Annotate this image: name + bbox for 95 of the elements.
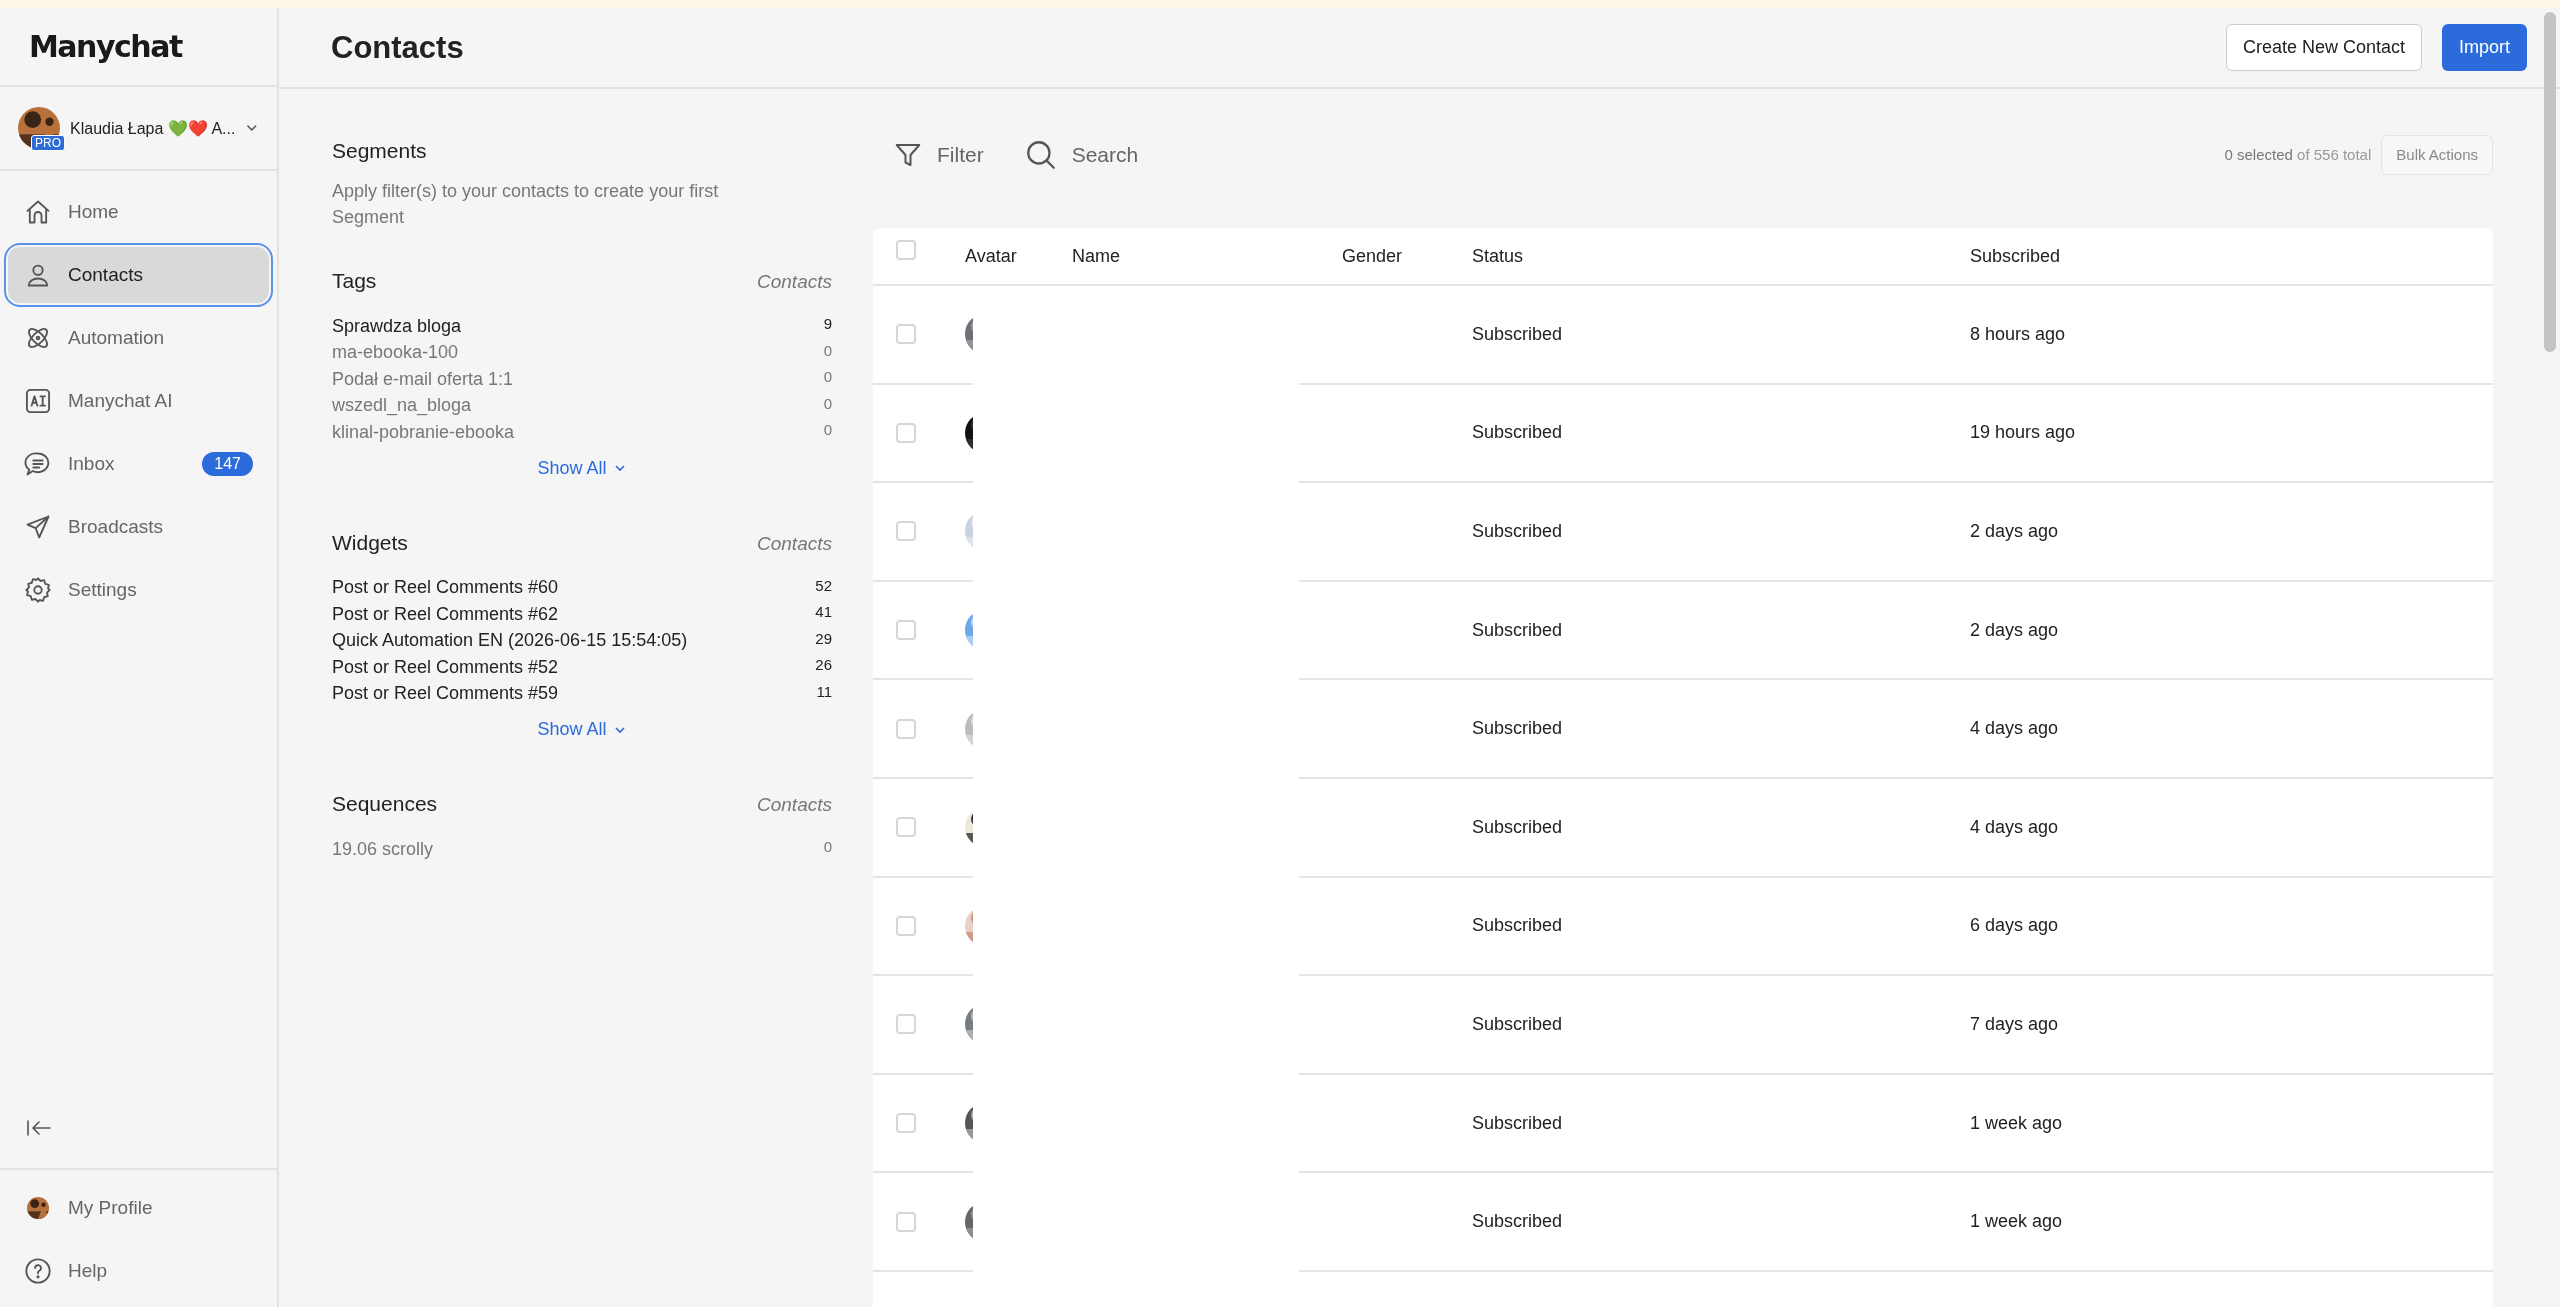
checkbox[interactable] — [896, 1014, 916, 1035]
nav-item[interactable]: Settings — [8, 562, 269, 618]
checkbox[interactable] — [896, 817, 916, 838]
scrollbar[interactable] — [2544, 12, 2556, 352]
list-item[interactable]: klinal-pobranie-ebooka — [332, 421, 515, 443]
table-cell: Subscribed — [1472, 619, 1563, 641]
table-cell: Subscribed — [1472, 323, 1563, 345]
nav-item[interactable]: Automation — [8, 310, 269, 366]
table-cell: Subscribed — [1472, 816, 1563, 838]
nav-item[interactable]: Inbox 147 — [8, 436, 269, 492]
column-header: Gender — [1342, 245, 1404, 267]
settings-icon — [24, 576, 52, 604]
list-item[interactable]: ma-ebooka-100 — [332, 342, 459, 364]
table-cell: 4 days ago — [1970, 816, 2059, 838]
search-button[interactable]: Search — [1071, 142, 1139, 167]
contact-count: 26 — [815, 655, 832, 673]
contact-count: 52 — [815, 575, 832, 594]
contact-count: 0 — [823, 367, 832, 385]
table-cell: Subscribed — [1472, 1211, 1563, 1233]
nav-item[interactable]: My Profile — [8, 1180, 269, 1236]
contact-count: 0 — [823, 420, 832, 438]
column-label: Contacts — [757, 532, 832, 555]
ai-icon — [24, 387, 52, 415]
bulk-actions-button[interactable]: Bulk Actions — [2381, 134, 2493, 175]
checkbox[interactable] — [896, 620, 916, 641]
selection-count: 0 selected of 556 total — [2224, 146, 2372, 163]
table-cell: 8 hours ago — [1970, 323, 2066, 345]
table-cell: Subscribed — [1472, 521, 1563, 542]
home-icon — [24, 198, 52, 226]
contact-count: 29 — [815, 628, 832, 647]
logo[interactable]: Manychat — [29, 29, 182, 64]
send-icon — [24, 513, 52, 541]
table-cell: 19 hours ago — [1970, 422, 2076, 444]
contact-count: 41 — [815, 602, 832, 620]
create-button[interactable]: Create New Contact — [2225, 24, 2422, 71]
import-button[interactable]: Import — [2442, 24, 2527, 71]
column-label: Contacts — [757, 271, 832, 293]
column-header: Name — [1072, 245, 1121, 267]
table-cell: 1 week ago — [1970, 1211, 2063, 1233]
show-all-link[interactable]: Show All — [537, 719, 607, 740]
table-cell: 1 week ago — [1970, 1112, 2063, 1134]
list-item[interactable]: Sprawdza bloga — [332, 315, 462, 337]
table-cell: Subscribed — [1472, 1013, 1563, 1035]
contact-count: 0 — [823, 837, 832, 855]
table-cell: 4 days ago — [1970, 718, 2059, 740]
help-icon — [24, 1257, 52, 1285]
column-header: Avatar — [965, 245, 1018, 267]
count-badge: 147 — [202, 452, 253, 476]
table-cell: 7 days ago — [1970, 1013, 2059, 1035]
segments-hint: Apply filter(s) to your contacts to create your first Segment — [332, 180, 720, 229]
checkbox[interactable] — [896, 1113, 916, 1134]
column-header: Status — [1472, 245, 1525, 267]
checkbox[interactable] — [896, 422, 916, 443]
list-item[interactable]: Podał e-mail oferta 1:1 — [332, 368, 514, 390]
nav-item[interactable]: Manychat AI — [8, 373, 269, 429]
checkbox[interactable] — [896, 324, 916, 345]
list-item[interactable]: Post or Reel Comments #59 — [332, 683, 559, 705]
chat-icon — [24, 450, 52, 478]
collapse-icon[interactable] — [26, 1118, 52, 1138]
page-title: Contacts — [331, 29, 465, 66]
table-cell: 2 days ago — [1970, 619, 2059, 641]
table-cell: 6 days ago — [1970, 915, 2059, 937]
nav-item[interactable]: Help — [8, 1243, 269, 1299]
contact-count: 11 — [816, 681, 832, 700]
checkbox[interactable] — [896, 240, 916, 260]
checkbox[interactable] — [896, 1211, 916, 1232]
list-item[interactable]: 19.06 scrolly — [332, 838, 434, 860]
column-label: Contacts — [757, 794, 832, 816]
list-item[interactable]: Post or Reel Comments #52 — [332, 656, 559, 678]
section-title: Sequences — [332, 792, 438, 816]
filter-button[interactable]: Filter — [937, 142, 984, 167]
contact-count: 0 — [823, 393, 832, 412]
section-title: Widgets — [332, 530, 408, 555]
checkbox[interactable] — [896, 915, 916, 936]
contact-count: 0 — [823, 340, 832, 359]
list-item[interactable]: Quick Automation EN (2026-06-15 15:54:05) — [332, 630, 688, 652]
contact-count: 9 — [823, 314, 832, 332]
list-item[interactable]: wszedl_na_bloga — [332, 395, 472, 417]
pro-badge: PRO — [31, 135, 65, 151]
show-all-link[interactable]: Show All — [537, 457, 607, 479]
column-header: Subscribed — [1970, 245, 2061, 267]
table-cell: Subscribed — [1472, 422, 1563, 444]
table-cell: Subscribed — [1472, 718, 1563, 740]
table-cell: Subscribed — [1472, 1112, 1563, 1134]
nav-item[interactable]: Broadcasts — [8, 499, 269, 555]
table-cell: Subscribed — [1472, 915, 1563, 937]
section-title: Segments — [332, 139, 427, 162]
account-name[interactable]: Klaudia Łapa 💚❤ A... — [70, 118, 236, 138]
list-item[interactable]: Post or Reel Comments #60 — [332, 577, 559, 599]
checkbox[interactable] — [896, 718, 916, 739]
section-title: Tags — [332, 269, 377, 293]
table-cell: 2 days ago — [1970, 521, 2059, 542]
nav-item[interactable]: Home — [8, 184, 269, 240]
checkbox[interactable] — [896, 521, 916, 542]
list-item[interactable]: Post or Reel Comments #62 — [332, 603, 559, 625]
